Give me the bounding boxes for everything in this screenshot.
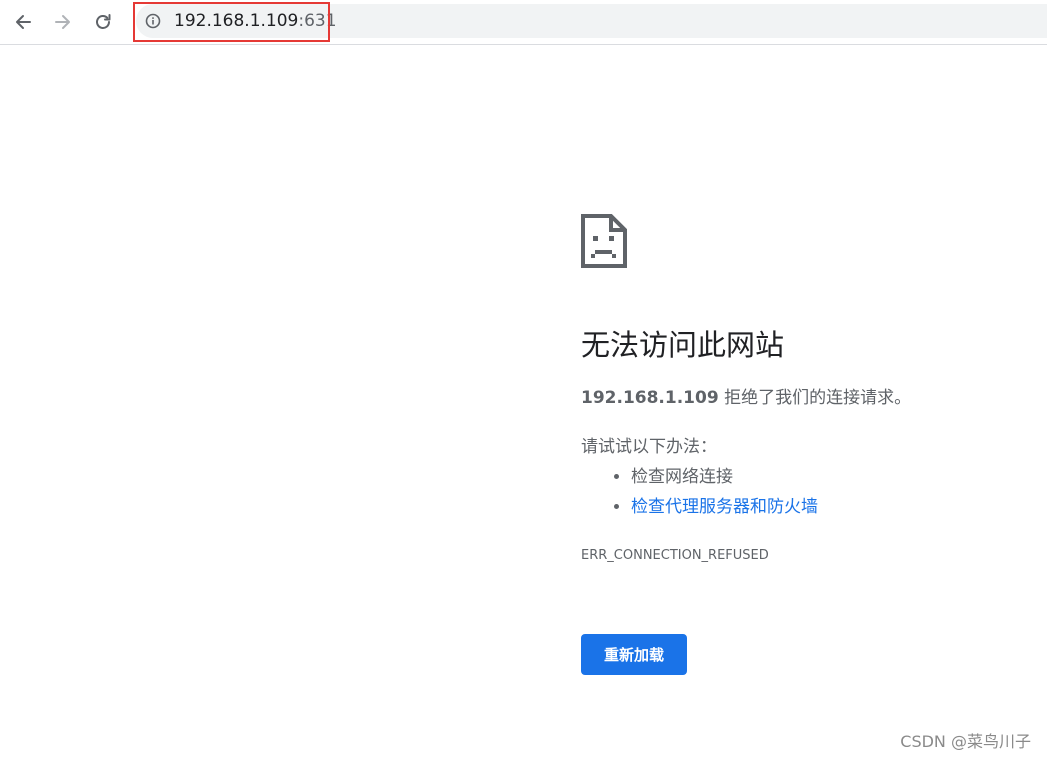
error-title: 无法访问此网站 — [581, 328, 785, 362]
forward-button[interactable] — [49, 8, 77, 36]
suggestions-list: 检查网络连接 检查代理服务器和防火墙 — [581, 465, 818, 525]
reload-page-button[interactable] — [89, 8, 117, 36]
sad-page-icon — [581, 214, 627, 268]
watermark: CSDN @菜鸟川子 — [900, 732, 1031, 751]
arrow-left-icon — [16, 15, 31, 29]
back-button[interactable] — [9, 8, 37, 36]
check-proxy-firewall-link[interactable]: 检查代理服务器和防火墙 — [631, 497, 818, 517]
reload-button[interactable]: 重新加载 — [581, 634, 687, 675]
error-description: 192.168.1.109 拒绝了我们的连接请求。 — [581, 386, 911, 410]
url-port: :631 — [298, 11, 337, 31]
error-code: ERR_CONNECTION_REFUSED — [581, 548, 769, 563]
error-host: 192.168.1.109 — [581, 388, 719, 408]
suggestion-check-proxy[interactable]: 检查代理服务器和防火墙 — [631, 495, 818, 519]
url-host: 192.168.1.109 — [174, 11, 299, 31]
suggestions-heading: 请试试以下办法： — [581, 437, 717, 457]
browser-toolbar: 192.168.1.109:631 — [0, 0, 1047, 45]
error-message: 拒绝了我们的连接请求。 — [718, 388, 912, 408]
url-text[interactable]: 192.168.1.109:631 — [174, 10, 337, 32]
suggestion-check-network: 检查网络连接 — [631, 465, 818, 489]
arrow-right-icon — [55, 15, 70, 29]
info-icon[interactable] — [145, 13, 161, 29]
reload-icon — [96, 14, 111, 29]
